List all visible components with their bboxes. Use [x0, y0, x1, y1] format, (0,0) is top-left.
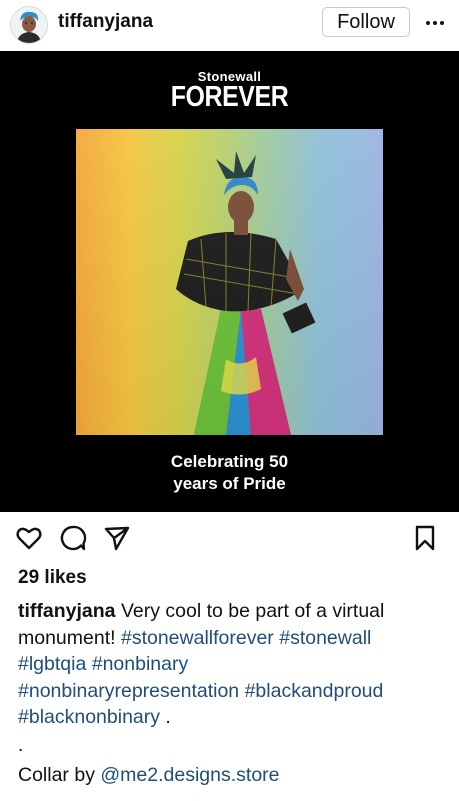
- caption-username[interactable]: tiffanyjana: [18, 600, 116, 622]
- hashtag-link[interactable]: #nonbinaryrepresentation: [18, 680, 239, 702]
- portrait-photo: [76, 129, 383, 435]
- username[interactable]: tiffanyjana: [58, 11, 153, 33]
- follow-button[interactable]: Follow: [322, 7, 410, 37]
- hashtag-link[interactable]: #lgbtqia: [18, 653, 86, 675]
- comment-icon[interactable]: [59, 524, 87, 552]
- hashtag-link[interactable]: #stonewall: [279, 627, 371, 649]
- send-icon[interactable]: [103, 524, 131, 552]
- hashtag-link[interactable]: #nonbinary: [92, 653, 189, 675]
- hashtag-link[interactable]: #blackandproud: [245, 680, 384, 702]
- hashtag-link[interactable]: #blacknonbinary: [18, 706, 160, 728]
- mention-link[interactable]: @me2.designs.store: [100, 764, 279, 786]
- post-image[interactable]: Stonewall FOREVER Celebrating 50 years o…: [0, 51, 459, 512]
- brand-title: FOREVER: [170, 81, 289, 113]
- post-header: tiffanyjana Follow: [0, 0, 459, 50]
- more-horizontal-icon[interactable]: [422, 14, 448, 32]
- caption-dot: .: [18, 735, 24, 756]
- photo-tint: [76, 129, 383, 435]
- avatar[interactable]: [10, 6, 48, 44]
- image-caption-line2: years of Pride: [173, 474, 286, 493]
- bookmark-icon[interactable]: [411, 524, 439, 552]
- collar-credit: Collar by @me2.designs.store: [18, 764, 280, 787]
- credit-prefix: Collar by: [18, 764, 101, 786]
- heart-icon[interactable]: [15, 524, 43, 552]
- post-caption: tiffanyjana Very cool to be part of a vi…: [18, 598, 448, 731]
- likes-count[interactable]: 29 likes: [18, 567, 87, 589]
- avatar-illustration: [11, 7, 47, 43]
- image-caption-line1: Celebrating 50: [170, 452, 289, 471]
- hashtag-link[interactable]: #stonewallforever: [121, 627, 274, 649]
- caption-tail: .: [160, 706, 171, 729]
